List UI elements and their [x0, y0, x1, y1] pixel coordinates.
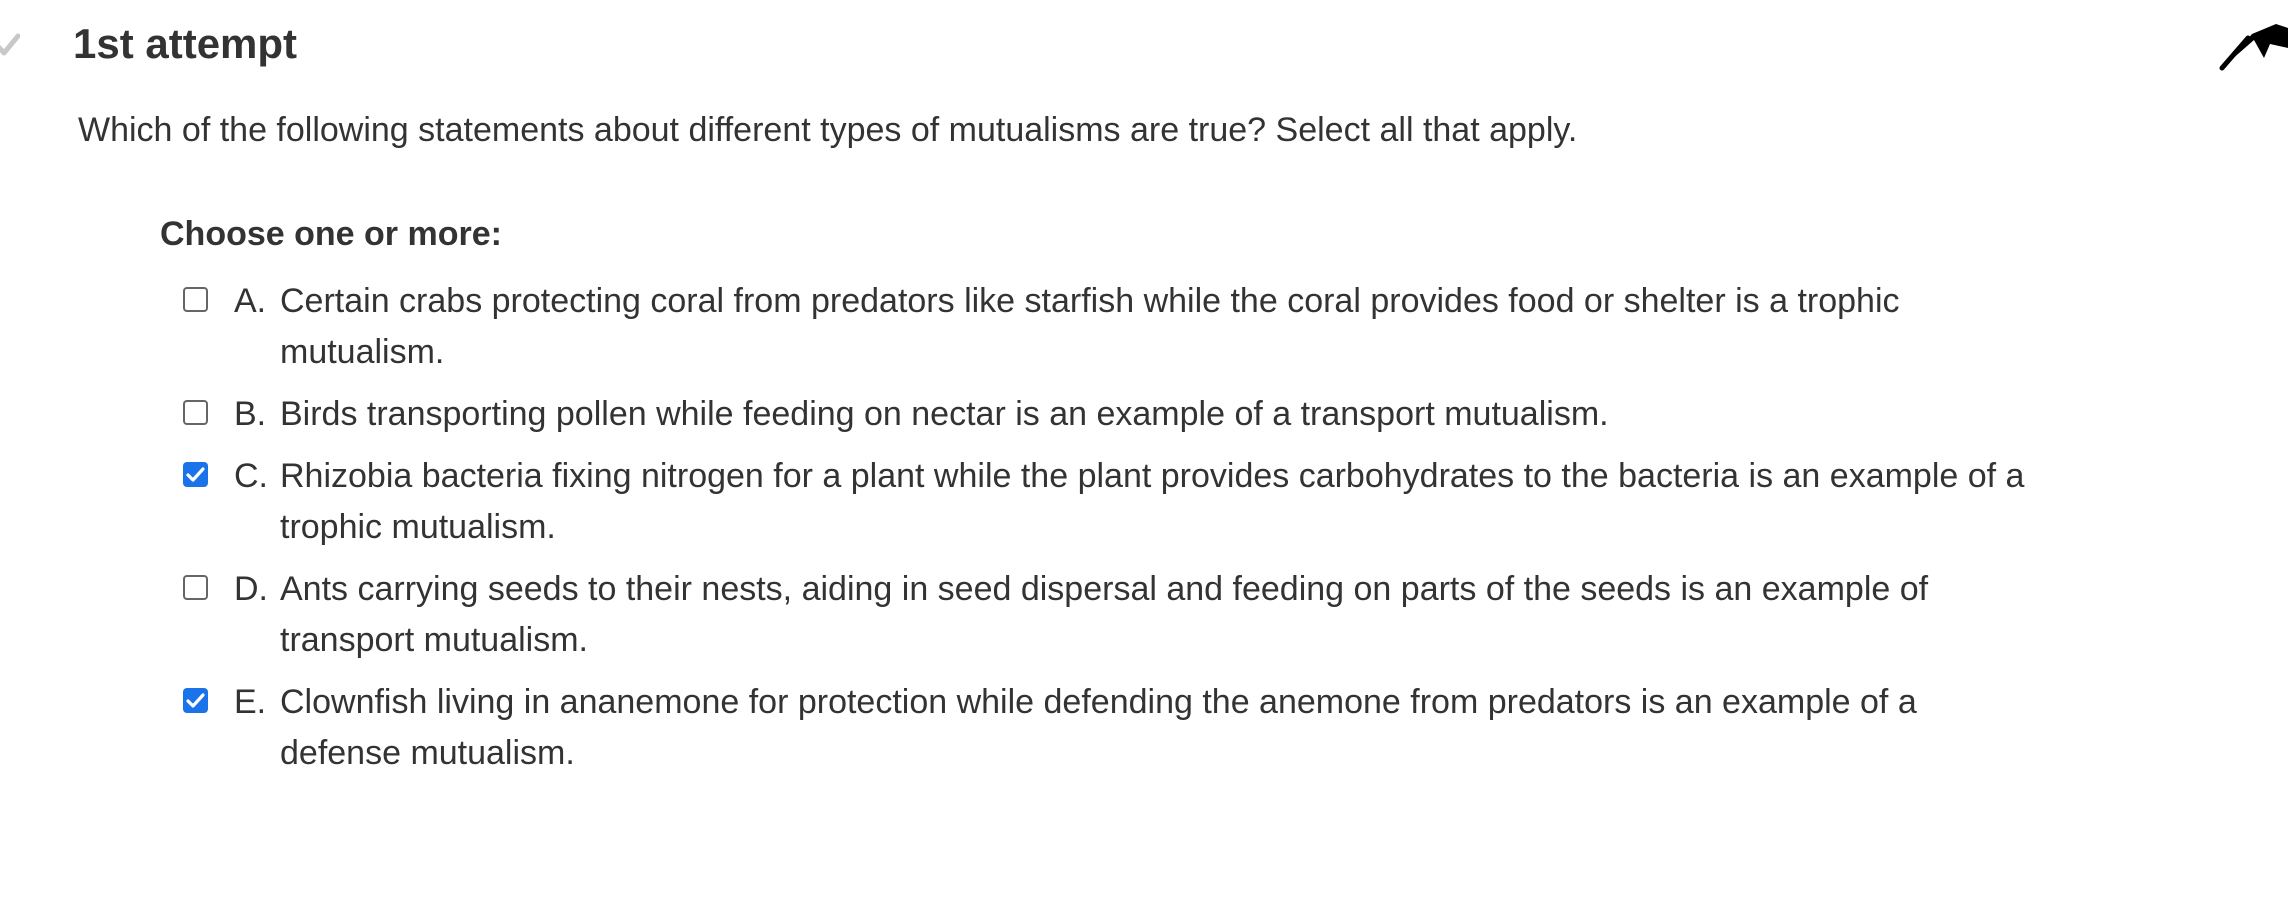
option-b-checkbox[interactable] — [183, 400, 208, 425]
choose-instruction: Choose one or more: — [160, 215, 502, 253]
cursor-arrow-icon — [2218, 18, 2288, 74]
option-e[interactable]: E. Clownfish living in ananemone for pro… — [160, 677, 2020, 779]
option-d[interactable]: D. Ants carrying seeds to their nests, a… — [160, 564, 2020, 666]
option-a-text: Certain crabs protecting coral from pred… — [280, 282, 1900, 371]
option-e-text: Clownfish living in ananemone for protec… — [280, 683, 1917, 772]
option-c[interactable]: C. Rhizobia bacteria fixing nitrogen for… — [160, 451, 2024, 553]
option-b-text: Birds transporting pollen while feeding … — [280, 395, 1609, 433]
option-d-text: Ants carrying seeds to their nests, aidi… — [280, 570, 1929, 659]
option-d-checkbox[interactable] — [183, 575, 208, 600]
option-b[interactable]: B. Birds transporting pollen while feedi… — [160, 389, 2020, 440]
option-c-letter: C. — [234, 457, 268, 495]
option-a-letter: A. — [234, 282, 267, 320]
option-e-letter: E. — [234, 683, 267, 721]
attempt-title: 1st attempt — [73, 20, 298, 67]
option-e-checkbox[interactable] — [183, 688, 208, 713]
option-c-checkbox[interactable] — [183, 462, 208, 487]
check-icon — [0, 30, 21, 60]
option-a-checkbox[interactable] — [183, 287, 208, 312]
option-c-text: Rhizobia bacteria fixing nitrogen for a … — [280, 457, 2025, 546]
option-d-letter: D. — [234, 570, 268, 608]
option-a[interactable]: A. Certain crabs protecting coral from p… — [160, 276, 2020, 378]
option-b-letter: B. — [234, 395, 267, 433]
question-text: Which of the following statements about … — [78, 111, 1578, 149]
answer-options: A. Certain crabs protecting coral from p… — [160, 276, 2024, 790]
